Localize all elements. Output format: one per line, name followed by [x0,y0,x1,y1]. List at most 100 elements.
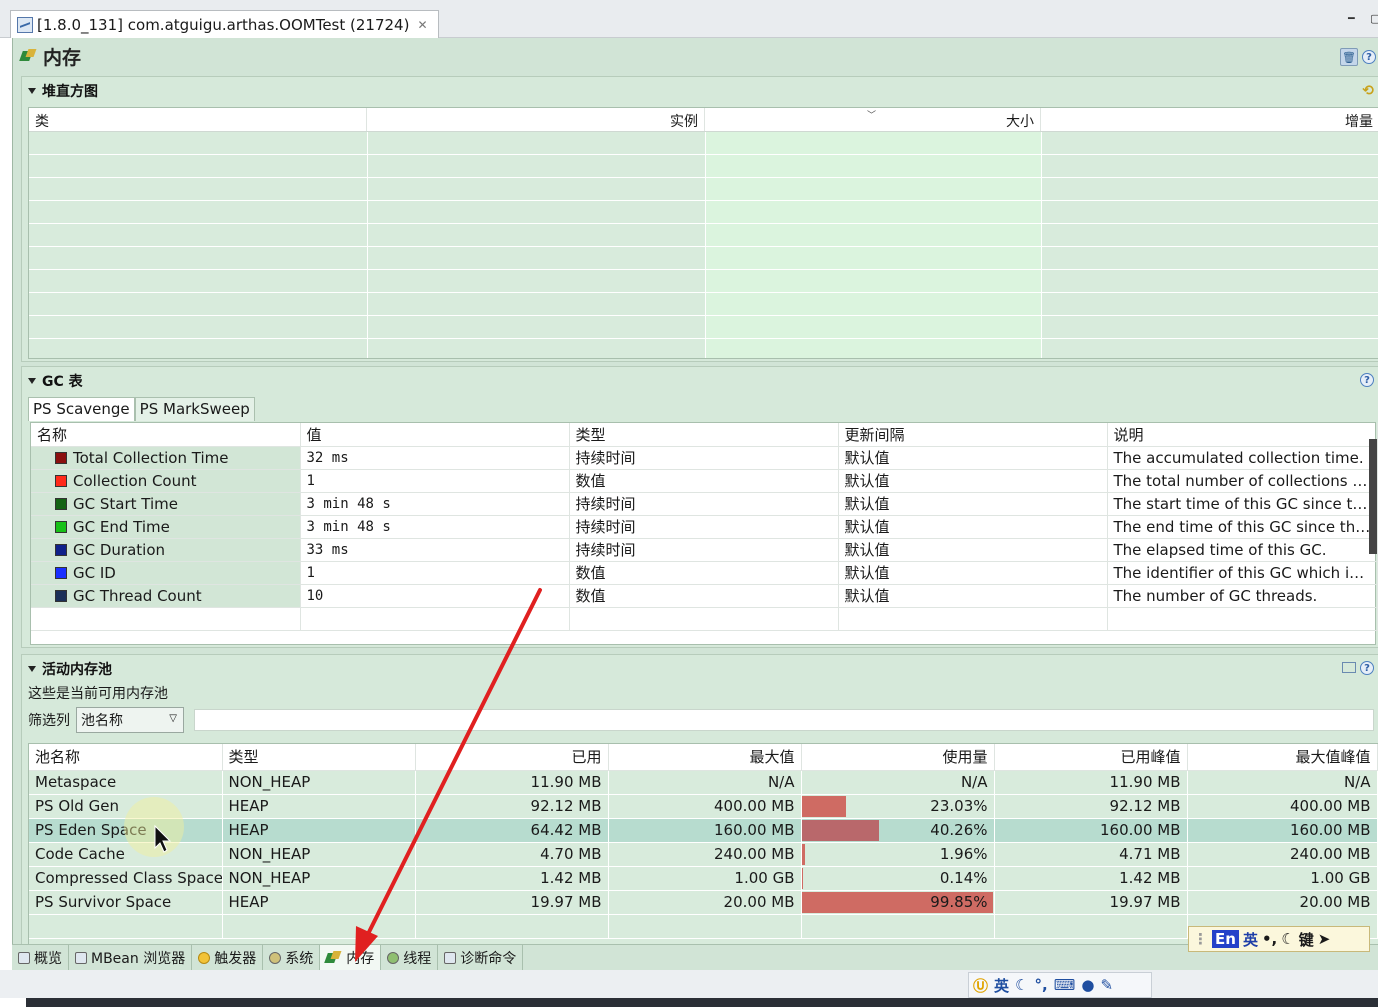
soft-keyboard-label[interactable]: 键 [1299,929,1314,950]
series-color-swatch[interactable] [55,451,67,464]
ime-floating-toolbar[interactable]: ⋮ En 英 •, ☾ 键 ➤ [1188,926,1370,952]
tab-memory[interactable]: 内存 [320,945,382,970]
vertical-scrollbar[interactable] [1369,439,1377,554]
column-header-value[interactable]: 值 [300,423,570,447]
ime-status-bar[interactable]: Ⓤ 英 ☾ °, ⌨ ● ✎ [968,972,1152,998]
tab-ps-scavenge[interactable]: PS Scavenge [28,397,135,421]
table-row[interactable]: PS Survivor Space HEAP 19.97 MB 20.00 MB 99.… [29,890,1378,915]
half-width-moon-icon[interactable]: ☾ [1281,930,1294,948]
tab-system[interactable]: 系统 [263,945,321,970]
help-icon[interactable]: ? [1360,373,1374,387]
gc-attr-interval[interactable]: 默认值 [838,492,1108,516]
gc-attr-interval[interactable]: 默认值 [838,561,1108,585]
table-settings-icon[interactable] [1342,662,1356,673]
gc-table-header[interactable]: GC 表 ? [22,367,1378,395]
ime-en-indicator[interactable]: En [1212,930,1239,948]
collapse-triangle-icon[interactable] [28,88,36,94]
help-icon[interactable]: ? [1360,661,1374,675]
table-row[interactable]: Metaspace NON_HEAP 11.90 MB N/A N/A 11.90 MB N… [29,770,1378,795]
gc-attr-interval[interactable]: 默认值 [838,446,1108,470]
moon-icon[interactable]: ☾ [1015,976,1028,994]
column-header-peak-max[interactable]: 最大值峰值 [1187,744,1378,771]
maximize-icon[interactable]: ▢ [1370,12,1378,25]
table-row[interactable]: PS Old Gen HEAP 92.12 MB 400.00 MB 23.03% 92.… [29,794,1378,819]
column-header-description[interactable]: 说明 [1107,423,1378,447]
column-header-class[interactable]: 类 [29,108,367,131]
pool-peak-used: 11.90 MB [994,770,1188,795]
table-row[interactable]: Code Cache NON_HEAP 4.70 MB 240.00 MB 1.96% 4… [29,842,1378,867]
gc-attributes-table[interactable]: 名称 值 类型 更新间隔 说明 Total Collection Time 32 … [30,422,1378,645]
column-header-pool-name[interactable]: 池名称 [29,744,223,771]
help-icon[interactable]: ? [1362,50,1376,64]
series-color-swatch[interactable] [55,543,67,556]
column-header-max[interactable]: 最大值 [608,744,802,771]
series-color-swatch[interactable] [55,474,67,487]
table-row[interactable]: Collection Count 1 数值 默认值 The total number o… [31,469,1378,493]
memory-view: 内存 🗑 ? 堆直方图 ⟲ 类 实例 大小 增量 ﹀ GC 表 ? PS Sca… [12,38,1378,970]
column-header-type[interactable]: 类型 [222,744,416,771]
trash-icon[interactable]: 🗑 [1340,48,1358,66]
gc-attr-value: 32 ms [300,446,570,470]
pointer-icon[interactable]: ➤ [1318,930,1331,948]
close-tab-icon[interactable]: ✕ [417,18,427,32]
table-row[interactable]: Total Collection Time 32 ms 持续时间 默认值 The acc… [31,446,1378,470]
gc-attr-interval[interactable]: 默认值 [838,584,1108,608]
tab-diagnostic-commands[interactable]: 诊断命令 [438,945,524,970]
table-row[interactable]: GC Duration 33 ms 持续时间 默认值 The elapsed time … [31,538,1378,562]
column-header-peak-used[interactable]: 已用峰值 [994,744,1188,771]
filter-text-input[interactable] [194,709,1374,731]
os-taskbar [26,998,1378,1007]
memory-pools-header[interactable]: 活动内存池 ? [22,655,1378,683]
series-color-swatch[interactable] [55,589,67,602]
drag-handle-icon[interactable]: ⋮ [1193,930,1208,948]
pool-peak-used: 1.42 MB [994,866,1188,891]
gc-attr-interval[interactable]: 默认值 [838,469,1108,493]
table-row[interactable]: GC Thread Count 10 数值 默认值 The number of GC t… [31,584,1378,608]
memory-pools-table[interactable]: 池名称 类型 已用 最大值 使用量 已用峰值 最大值峰值 Metaspace NO… [28,743,1378,949]
series-color-swatch[interactable] [55,497,67,510]
gc-attr-description: The identifier of this GC which is t... [1107,561,1378,585]
keyboard-icon[interactable]: ⌨ [1054,976,1076,994]
ime-mode-indicator[interactable]: 英 [1243,929,1258,950]
table-body [29,132,1378,358]
tab-triggers[interactable]: 触发器 [192,945,264,970]
column-header-used[interactable]: 已用 [415,744,609,771]
editor-tab[interactable]: [1.8.0_131] com.atguigu.arthas.OOMTest (… [10,10,439,38]
minimize-icon[interactable]: ━ [1348,12,1355,25]
punctuation-icon[interactable]: •, [1262,930,1277,948]
bottom-tab-bar: 概览 MBean 浏览器 触发器 系统 内存 线程 诊断命令 [12,944,1378,970]
column-header-usage[interactable]: 使用量 [801,744,995,771]
gc-attr-interval[interactable]: 默认值 [838,538,1108,562]
tab-label: 触发器 [214,950,257,967]
column-header-type[interactable]: 类型 [569,423,839,447]
gc-attr-name-text: Total Collection Time [73,448,229,467]
table-row[interactable]: GC Start Time 3 min 48 s 持续时间 默认值 The start … [31,492,1378,516]
table-row[interactable]: GC End Time 3 min 48 s 持续时间 默认值 The end time… [31,515,1378,539]
filter-column-select[interactable]: 池名称 ▽ [76,707,184,733]
collapse-triangle-icon[interactable] [28,666,36,672]
tab-ps-marksweep[interactable]: PS MarkSweep [134,397,255,421]
series-color-swatch[interactable] [55,566,67,579]
user-icon[interactable]: ● [1081,976,1094,994]
punctuation-icon[interactable]: °, [1034,976,1047,994]
column-header-delta[interactable]: 增量 [1041,108,1378,131]
refresh-histogram-icon[interactable]: ⟲ [1362,83,1374,99]
table-row[interactable]: GC ID 1 数值 默认值 The identifier of this GC whi… [31,561,1378,585]
tab-mbean-browser[interactable]: MBean 浏览器 [69,945,193,970]
collapse-triangle-icon[interactable] [28,378,36,384]
series-color-swatch[interactable] [55,520,67,533]
heap-histogram-header[interactable]: 堆直方图 ⟲ [22,77,1378,105]
column-header-name[interactable]: 名称 [31,423,301,447]
tab-overview[interactable]: 概览 [12,945,69,970]
column-header-interval[interactable]: 更新间隔 [838,423,1108,447]
table-row[interactable]: PS Eden Space HEAP 64.42 MB 160.00 MB 40.26%… [29,818,1378,843]
gc-attr-interval[interactable]: 默认值 [838,515,1108,539]
usage-percent: N/A [960,773,988,791]
heap-histogram-table[interactable]: 类 实例 大小 增量 ﹀ [28,107,1378,359]
tab-threads[interactable]: 线程 [381,945,439,970]
wrench-icon[interactable]: ✎ [1100,976,1113,994]
table-header: 类 实例 大小 增量 [29,108,1378,132]
column-header-instances[interactable]: 实例 [367,108,705,131]
ime-mode-label[interactable]: 英 [994,975,1009,996]
table-row[interactable]: Compressed Class Space NON_HEAP 1.42 MB 1.0… [29,866,1378,891]
